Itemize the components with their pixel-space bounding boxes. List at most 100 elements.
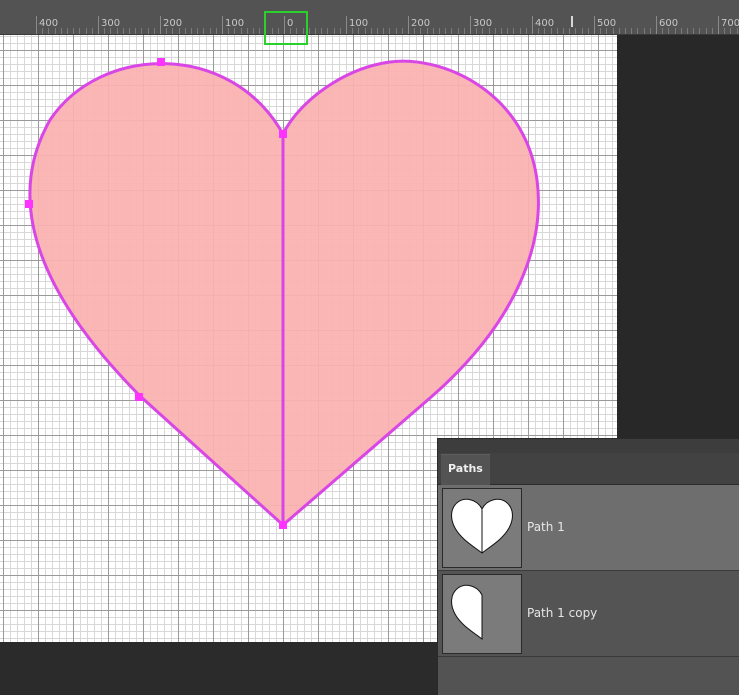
ruler-minor-tick [358,28,359,34]
path-thumbnail [442,488,522,568]
ruler-minor-tick [389,28,390,34]
ruler-minor-tick [104,28,105,34]
ruler-major-tick [470,16,471,34]
ruler-minor-tick [706,28,707,34]
ruler-minor-tick [513,28,514,34]
ruler-minor-tick [55,28,56,34]
ruler-minor-tick [476,28,477,34]
ruler-minor-tick [563,28,564,34]
path-thumbnail [442,574,522,654]
ruler-major-tick [656,16,657,34]
ruler-minor-tick [179,28,180,34]
anchor-point-top-center[interactable] [279,130,287,138]
ruler-major-tick [594,16,595,34]
ruler-minor-tick [606,28,607,34]
half-heart-icon [451,584,483,641]
ruler-minor-tick [117,28,118,34]
ruler-minor-tick [569,28,570,34]
ruler-minor-tick [724,28,725,34]
path-name: Path 1 [527,520,565,534]
ruler-minor-tick [699,28,700,34]
ruler-minor-tick [693,28,694,34]
ruler-minor-tick [377,28,378,34]
ruler-minor-tick [48,28,49,34]
ruler-minor-tick [73,28,74,34]
ruler-minor-tick [520,28,521,34]
ruler-minor-tick [123,28,124,34]
tab-paths[interactable]: Paths [441,454,490,485]
ruler-minor-tick [681,28,682,34]
ruler-minor-tick [631,28,632,34]
ruler-minor-tick [402,28,403,34]
paths-panel: Paths Path 1 Path 1 copy [437,438,739,695]
ruler-minor-tick [662,28,663,34]
path-item-path-1[interactable]: Path 1 [438,485,739,571]
anchor-point-left[interactable] [25,200,33,208]
ruler-minor-tick [420,28,421,34]
ruler-minor-tick [203,28,204,34]
ruler-minor-tick [92,28,93,34]
ruler-minor-tick [439,28,440,34]
ruler-minor-tick [396,28,397,34]
ruler-minor-tick [352,28,353,34]
ruler-major-tick [36,16,37,34]
ruler-minor-tick [458,28,459,34]
ruler-minor-tick [551,28,552,34]
panel-header [438,439,739,453]
ruler-minor-tick [644,28,645,34]
panel-tab-bar: Paths [438,453,739,485]
ruler-minor-tick [234,28,235,34]
ruler-minor-tick [668,28,669,34]
ruler-minor-tick [191,28,192,34]
ruler-minor-tick [675,28,676,34]
ruler-minor-tick [321,28,322,34]
ruler-minor-tick [588,28,589,34]
ruler-minor-tick [433,28,434,34]
ruler-minor-tick [501,28,502,34]
ruler-minor-tick [712,28,713,34]
ruler-minor-tick [445,28,446,34]
ruler-minor-tick [613,28,614,34]
ruler-minor-tick [507,28,508,34]
ruler-major-tick [160,16,161,34]
ruler-minor-tick [154,28,155,34]
ruler-minor-tick [557,28,558,34]
anchor-point-bottom-tip[interactable] [279,521,287,529]
full-heart-icon [451,498,513,554]
ruler-minor-tick [129,28,130,34]
ruler-minor-tick [210,28,211,34]
ruler-major-tick [718,16,719,34]
ruler-minor-tick [687,28,688,34]
ruler-minor-tick [637,28,638,34]
ruler-minor-tick [172,28,173,34]
ruler-major-tick [408,16,409,34]
path-item-path-1-copy[interactable]: Path 1 copy [438,571,739,657]
ruler-minor-tick [253,28,254,34]
ruler-minor-tick [141,28,142,34]
ruler-minor-tick [340,28,341,34]
ruler-guide-marker [571,16,573,27]
anchor-point-lower-left[interactable] [135,393,143,401]
ruler-minor-tick [650,28,651,34]
ruler-minor-tick [110,28,111,34]
ruler-minor-tick [371,28,372,34]
ruler-minor-tick [427,28,428,34]
ruler-minor-tick [383,28,384,34]
ruler-major-tick [532,16,533,34]
ruler-minor-tick [600,28,601,34]
ruler-minor-tick [216,28,217,34]
horizontal-ruler[interactable]: 400 300 200 100 0 100 200 300 400 500 600 700 [0,0,739,35]
ruler-major-tick [98,16,99,34]
ruler-minor-tick [482,28,483,34]
anchor-point-top-left[interactable] [157,58,165,66]
ruler-minor-tick [365,28,366,34]
ruler-minor-tick [86,28,87,34]
ruler-minor-tick [315,28,316,34]
ruler-origin-highlight [264,11,308,45]
ruler-minor-tick [241,28,242,34]
ruler-minor-tick [79,28,80,34]
path-name: Path 1 copy [527,606,598,620]
ruler-major-tick [346,16,347,34]
ruler-minor-tick [135,28,136,34]
ruler-minor-tick [737,28,738,34]
